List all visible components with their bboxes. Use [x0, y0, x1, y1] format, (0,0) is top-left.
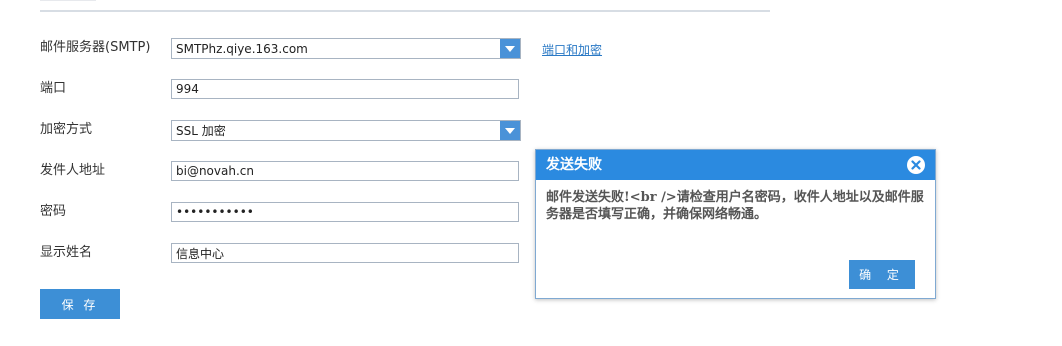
close-icon[interactable] [907, 156, 925, 174]
display-name-input[interactable] [171, 243, 519, 263]
chevron-down-icon[interactable] [500, 39, 520, 58]
dialog-title: 发送失败 [546, 157, 602, 173]
smtp-server-select[interactable]: SMTPhz.qiye.163.com [171, 38, 521, 59]
password-input[interactable] [171, 202, 519, 222]
chevron-down-icon[interactable] [500, 121, 520, 140]
ok-button[interactable]: 确 定 [849, 260, 915, 289]
send-failed-dialog: 发送失败 邮件发送失败!<br />请检查用户名密码，收件人地址以及邮件服务器是… [535, 149, 936, 299]
smtp-server-label: 邮件服务器(SMTP) [40, 40, 151, 55]
encryption-select[interactable]: SSL 加密 [171, 120, 521, 141]
section-header-remnant [40, 0, 96, 4]
smtp-server-value: SMTPhz.qiye.163.com [176, 42, 308, 56]
port-label: 端口 [40, 81, 67, 96]
dialog-message: 邮件发送失败!<br />请检查用户名密码，收件人地址以及邮件服务器是否填写正确… [546, 190, 924, 222]
save-button[interactable]: 保 存 [40, 289, 120, 319]
display-name-label: 显示姓名 [40, 245, 93, 260]
password-label: 密码 [40, 204, 67, 219]
sender-address-input[interactable] [171, 161, 519, 181]
port-input[interactable] [171, 79, 519, 99]
encryption-label: 加密方式 [40, 122, 93, 137]
port-encryption-link[interactable]: 端口和加密 [542, 42, 602, 58]
sender-address-label: 发件人地址 [40, 163, 106, 178]
dialog-header: 发送失败 [536, 150, 935, 180]
encryption-value: SSL 加密 [176, 124, 226, 138]
section-divider [40, 10, 770, 12]
